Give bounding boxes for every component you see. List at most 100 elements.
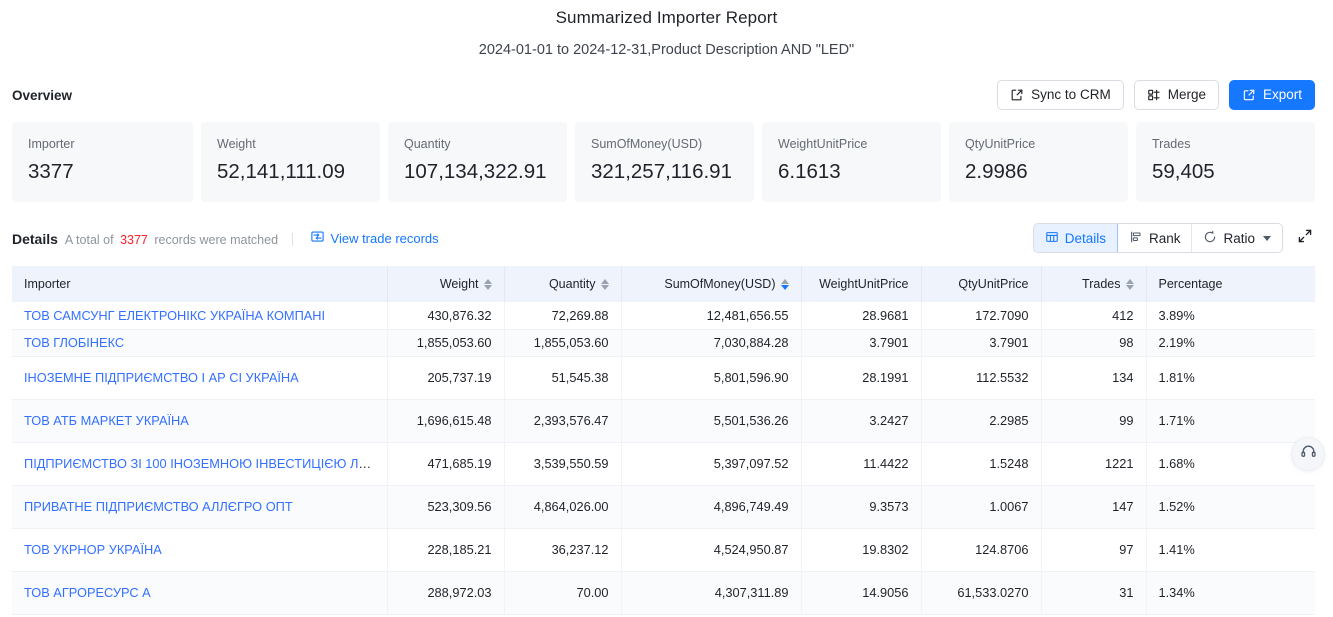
sort-icon[interactable] xyxy=(780,278,789,290)
stat-value: 52,141,111.09 xyxy=(217,160,346,183)
cell-weight: 1,855,053.60 xyxy=(387,329,505,357)
report-subtitle: 2024-01-01 to 2024-12-31,Product Descrip… xyxy=(478,42,855,58)
cell-sum-of-money: 4,524,950.87 xyxy=(621,528,802,572)
sync-to-crm-button[interactable]: Sync to CRM xyxy=(997,80,1124,110)
cell-trades: 147 xyxy=(1041,485,1147,529)
cell-trades: 99 xyxy=(1041,399,1147,443)
view-trade-records-label: View trade records xyxy=(330,230,439,246)
importer-link[interactable]: ПІДПРИЄМСТВО ЗІ 100 ІНОЗЕМНОЮ ІНВЕСТИЦІЄ… xyxy=(24,456,386,471)
cell-percentage: 2.19% xyxy=(1146,329,1315,357)
importer-table: Importer Weight Quantity SumOfMoney(USD)… xyxy=(12,266,1315,615)
column-header-trades[interactable]: Trades xyxy=(1041,266,1147,302)
cell-quantity: 3,539,550.59 xyxy=(504,442,622,486)
stat-label: QtyUnitPrice xyxy=(965,137,1036,151)
cell-sum-of-money: 12,481,656.55 xyxy=(621,302,802,330)
overview-bar: Overview Sync to CRM Merge Export xyxy=(0,78,1333,112)
view-mode-rank-label: Rank xyxy=(1148,230,1181,246)
stat-card-quantity: Quantity 107,134,322.91 xyxy=(388,122,567,202)
sort-icon[interactable] xyxy=(1125,278,1134,290)
table-header-row: Importer Weight Quantity SumOfMoney(USD)… xyxy=(12,266,1315,302)
cell-quantity: 36,237.12 xyxy=(504,528,622,572)
overview-label: Overview xyxy=(12,87,73,103)
cell-weight-unit-price: 3.2427 xyxy=(801,399,922,443)
cell-quantity: 51,545.38 xyxy=(504,356,622,400)
importer-link[interactable]: ТОВ ГЛОБІНЕКС xyxy=(24,335,124,350)
table-row: ПРИВАТНЕ ПІДПРИЄМСТВО АЛЛЄГРО ОПТ 523,30… xyxy=(12,485,1315,529)
cell-importer: ТОВ ГЛОБІНЕКС xyxy=(12,329,388,357)
cell-importer: ТОВ УКРНОР УКРАЇНА xyxy=(12,528,388,572)
stat-card-sum-of-money: SumOfMoney(USD) 321,257,116.91 xyxy=(575,122,754,202)
details-title: Details xyxy=(12,231,58,247)
stat-label: WeightUnitPrice xyxy=(778,137,868,151)
importer-link[interactable]: ІНОЗЕМНЕ ПІДПРИЄМСТВО І АР СІ УКРАЇНА xyxy=(24,370,299,385)
column-header-importer[interactable]: Importer xyxy=(12,266,388,302)
column-label: Importer xyxy=(24,277,71,291)
sort-icon[interactable] xyxy=(600,278,609,290)
sort-icon[interactable] xyxy=(483,278,492,290)
column-header-weight-unit-price[interactable]: WeightUnitPrice xyxy=(801,266,922,302)
view-mode-details[interactable]: Details xyxy=(1033,224,1118,252)
export-icon xyxy=(1242,88,1256,102)
column-header-sum-of-money[interactable]: SumOfMoney(USD) xyxy=(621,266,802,302)
export-button[interactable]: Export xyxy=(1228,80,1315,110)
report-header: Summarized Importer Report 2024-01-01 to… xyxy=(0,0,1333,60)
cell-sum-of-money: 5,397,097.52 xyxy=(621,442,802,486)
stat-label: Importer xyxy=(28,137,75,151)
overview-stat-cards: Importer 3377 Weight 52,141,111.09 Quant… xyxy=(0,122,1333,202)
stat-value: 3377 xyxy=(28,160,74,183)
importer-link[interactable]: ТОВ САМСУНГ ЕЛЕКТРОНІКС УКРАЇНА КОМПАНІ xyxy=(24,308,325,323)
cell-importer: ТОВ АТБ МАРКЕТ УКРАЇНА xyxy=(12,399,388,443)
column-label: Quantity xyxy=(548,277,596,291)
table-row: ТОВ АГРОРЕСУРС А 288,972.03 70.00 4,307,… xyxy=(12,571,1315,615)
merge-button[interactable]: Merge xyxy=(1133,80,1219,110)
stat-card-qty-unit-price: QtyUnitPrice 2.9986 xyxy=(949,122,1128,202)
cell-trades: 31 xyxy=(1041,571,1147,615)
headset-support-icon xyxy=(1300,443,1317,465)
cell-weight: 471,685.19 xyxy=(387,442,505,486)
cell-trades: 97 xyxy=(1041,528,1147,572)
cell-percentage: 1.71% xyxy=(1146,399,1315,443)
cell-weight: 1,696,615.48 xyxy=(387,399,505,443)
column-header-quantity[interactable]: Quantity xyxy=(504,266,622,302)
importer-link[interactable]: ТОВ УКРНОР УКРАЇНА xyxy=(24,542,162,557)
view-trade-records-link[interactable]: View trade records xyxy=(310,229,439,247)
column-header-percentage[interactable]: Percentage xyxy=(1146,266,1315,302)
report-page: Summarized Importer Report 2024-01-01 to… xyxy=(0,0,1333,617)
cell-trades: 98 xyxy=(1041,329,1147,357)
column-header-weight[interactable]: Weight xyxy=(387,266,505,302)
column-header-qty-unit-price[interactable]: QtyUnitPrice xyxy=(921,266,1042,302)
view-mode-ratio-label: Ratio xyxy=(1223,230,1255,246)
overview-actions: Sync to CRM Merge Export xyxy=(997,80,1315,110)
records-count: 3377 xyxy=(120,233,148,247)
cell-percentage: 1.41% xyxy=(1146,528,1315,572)
stat-label: Quantity xyxy=(404,137,451,151)
view-mode-rank[interactable]: Rank xyxy=(1116,224,1193,252)
importer-link[interactable]: ТОВ АГРОРЕСУРС А xyxy=(24,585,151,600)
merge-label: Merge xyxy=(1167,87,1206,103)
cell-quantity: 4,864,026.00 xyxy=(504,485,622,529)
cell-importer: ПІДПРИЄМСТВО ЗІ 100 ІНОЗЕМНОЮ ІНВЕСТИЦІЄ… xyxy=(12,442,388,486)
table-row: ІНОЗЕМНЕ ПІДПРИЄМСТВО І АР СІ УКРАЇНА 20… xyxy=(12,356,1315,400)
cell-sum-of-money: 5,801,596.90 xyxy=(621,356,802,400)
column-label: SumOfMoney(USD) xyxy=(664,277,776,291)
rank-icon xyxy=(1129,230,1143,247)
cell-weight-unit-price: 11.4422 xyxy=(801,442,922,486)
cell-qty-unit-price: 172.7090 xyxy=(921,302,1042,330)
view-mode-ratio[interactable]: Ratio xyxy=(1192,224,1282,252)
importer-link[interactable]: ПРИВАТНЕ ПІДПРИЄМСТВО АЛЛЄГРО ОПТ xyxy=(24,499,293,514)
support-button[interactable] xyxy=(1291,437,1325,471)
cell-weight-unit-price: 14.9056 xyxy=(801,571,922,615)
table-row: ТОВ САМСУНГ ЕЛЕКТРОНІКС УКРАЇНА КОМПАНІ … xyxy=(12,302,1315,330)
column-label: Weight xyxy=(439,277,479,291)
cell-percentage: 3.89% xyxy=(1146,302,1315,330)
details-record-summary: A total of 3377 records were matched xyxy=(65,231,303,247)
cell-trades: 134 xyxy=(1041,356,1147,400)
cell-weight-unit-price: 28.1991 xyxy=(801,356,922,400)
fullscreen-expand-button[interactable] xyxy=(1295,226,1315,251)
cell-percentage: 1.34% xyxy=(1146,571,1315,615)
divider xyxy=(291,233,293,246)
trade-records-icon xyxy=(310,229,325,247)
importer-link[interactable]: ТОВ АТБ МАРКЕТ УКРАЇНА xyxy=(24,413,189,428)
fullscreen-expand-icon xyxy=(1297,228,1313,249)
stat-card-importer: Importer 3377 xyxy=(12,122,193,202)
